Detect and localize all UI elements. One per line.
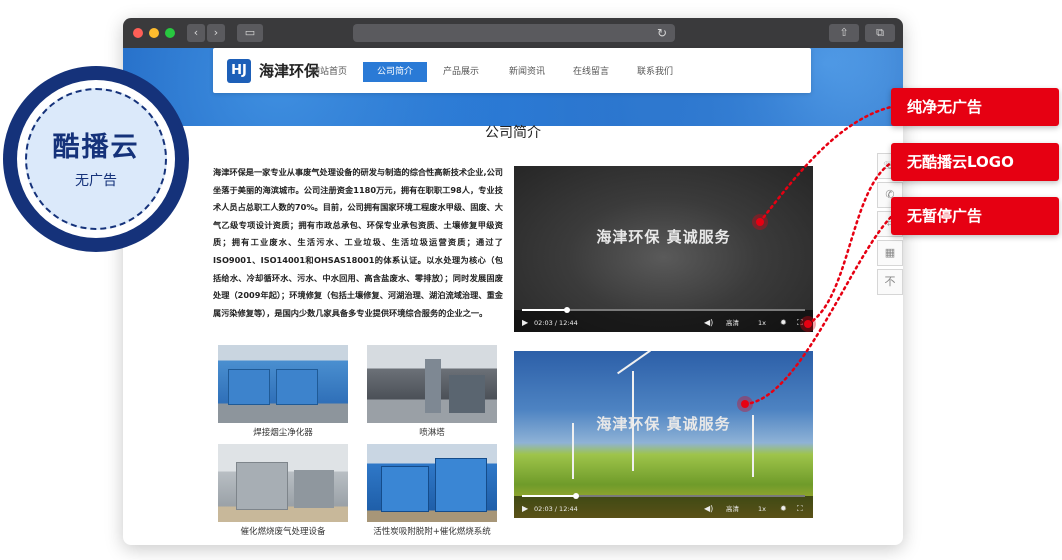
feature-tag-no-pause-ads: 无暂停广告 xyxy=(891,197,1059,235)
badge-subtitle: 无广告 xyxy=(75,173,117,189)
connector-line xyxy=(806,161,893,326)
connector-lines xyxy=(737,105,893,412)
feature-tag-no-ads: 纯净无广告 xyxy=(891,88,1059,126)
feature-tag-no-logo: 无酷播云LOGO xyxy=(891,143,1059,181)
badge-title: 酷播云 xyxy=(52,132,140,163)
connector-line xyxy=(758,105,893,224)
hotspot-dot xyxy=(804,320,812,328)
connector-line xyxy=(743,215,893,406)
hotspot-dot xyxy=(741,400,749,408)
hotspot-dot xyxy=(756,218,764,226)
